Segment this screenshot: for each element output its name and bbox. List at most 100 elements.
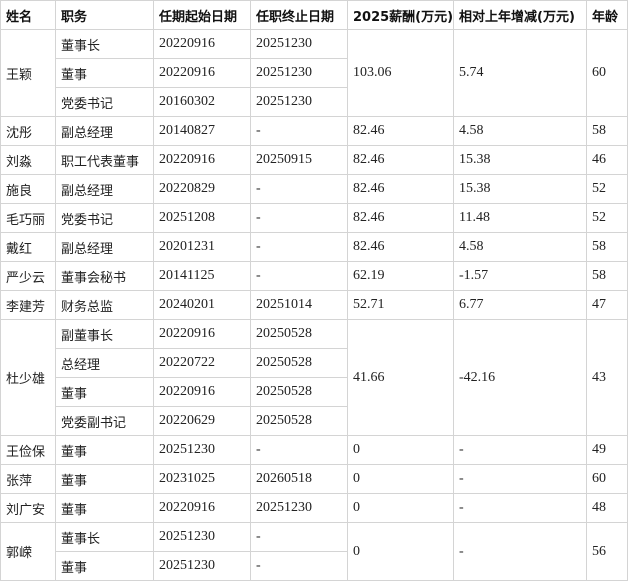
start-date-cell: 20251208 bbox=[153, 203, 251, 233]
change-cell: - bbox=[453, 464, 587, 494]
role-title-cell: 董事长 bbox=[55, 29, 154, 59]
age-cell: 60 bbox=[586, 29, 628, 117]
start-date-cell: 20231025 bbox=[153, 464, 251, 494]
start-date-cell: 20220629 bbox=[153, 406, 251, 436]
end-date-cell: 20251230 bbox=[250, 493, 348, 523]
role-title-cell: 副总经理 bbox=[55, 174, 154, 204]
person-name-cell: 毛巧丽 bbox=[0, 203, 56, 233]
salary-cell: 82.46 bbox=[347, 145, 454, 175]
end-date-cell: 20250528 bbox=[250, 406, 348, 436]
table-row: 张萍 董事 20231025 20260518 0-60 bbox=[0, 464, 628, 494]
role-title-cell: 董事 bbox=[55, 435, 154, 465]
change-cell: 4.58 bbox=[453, 116, 587, 146]
start-date-cell: 20160302 bbox=[153, 87, 251, 117]
end-date-cell: 20250528 bbox=[250, 348, 348, 378]
table-row: 毛巧丽 党委书记 20251208-82.46 11.48 52 bbox=[0, 203, 628, 233]
end-date-cell: 20250528 bbox=[250, 319, 348, 349]
person-name-cell: 刘广安 bbox=[0, 493, 56, 523]
role-title-cell: 党委副书记 bbox=[55, 406, 154, 436]
person-name-cell: 刘淼 bbox=[0, 145, 56, 175]
role-title-cell: 副董事长 bbox=[55, 319, 154, 349]
table-row: 刘广安 董事 20220916 20251230 0-48 bbox=[0, 493, 628, 523]
salary-cell: 103.06 bbox=[347, 29, 454, 117]
end-date-cell: 20251014 bbox=[250, 290, 348, 320]
start-date-cell: 20240201 bbox=[153, 290, 251, 320]
change-cell: -1.57 bbox=[453, 261, 587, 291]
person-name-cell: 施良 bbox=[0, 174, 56, 204]
start-date-cell: 20251230 bbox=[153, 551, 251, 581]
end-date-cell: - bbox=[250, 261, 348, 291]
role-title-cell: 职工代表董事 bbox=[55, 145, 154, 175]
role-title-cell: 董事 bbox=[55, 551, 154, 581]
end-date-cell: 20251230 bbox=[250, 58, 348, 88]
table-row: 沈彤 副总经理 20140827-82.46 4.58 58 bbox=[0, 116, 628, 146]
start-date-cell: 20220829 bbox=[153, 174, 251, 204]
age-cell: 43 bbox=[586, 319, 628, 436]
change-cell: 5.74 bbox=[453, 29, 587, 117]
salary-cell: 0 bbox=[347, 464, 454, 494]
end-date-cell: - bbox=[250, 174, 348, 204]
header-age: 年龄 bbox=[586, 0, 628, 30]
change-cell: 15.38 bbox=[453, 145, 587, 175]
age-cell: 49 bbox=[586, 435, 628, 465]
table-row: 严少云 董事会秘书 20141125-62.19 -1.57 58 bbox=[0, 261, 628, 291]
start-date-cell: 20220916 bbox=[153, 29, 251, 59]
end-date-cell: 20260518 bbox=[250, 464, 348, 494]
role-title-cell: 董事长 bbox=[55, 522, 154, 552]
start-date-cell: 20220916 bbox=[153, 145, 251, 175]
change-cell: - bbox=[453, 493, 587, 523]
end-date-cell: - bbox=[250, 435, 348, 465]
salary-cell: 82.46 bbox=[347, 174, 454, 204]
salary-cell: 0 bbox=[347, 493, 454, 523]
table-row: 王俭保 董事 20251230-0-49 bbox=[0, 435, 628, 465]
change-cell: 4.58 bbox=[453, 232, 587, 262]
header-start-date: 任期起始日期 bbox=[153, 0, 251, 30]
salary-cell: 82.46 bbox=[347, 116, 454, 146]
salary-cell: 82.46 bbox=[347, 203, 454, 233]
start-date-cell: 20251230 bbox=[153, 522, 251, 552]
role-title-cell: 党委书记 bbox=[55, 87, 154, 117]
age-cell: 52 bbox=[586, 203, 628, 233]
person-name-cell: 严少云 bbox=[0, 261, 56, 291]
person-name-cell: 沈彤 bbox=[0, 116, 56, 146]
salary-cell: 0 bbox=[347, 435, 454, 465]
end-date-cell: - bbox=[250, 203, 348, 233]
role-title-cell: 董事会秘书 bbox=[55, 261, 154, 291]
end-date-cell: 20250528 bbox=[250, 377, 348, 407]
start-date-cell: 20201231 bbox=[153, 232, 251, 262]
change-cell: 15.38 bbox=[453, 174, 587, 204]
age-cell: 52 bbox=[586, 174, 628, 204]
change-cell: 11.48 bbox=[453, 203, 587, 233]
end-date-cell: 20250915 bbox=[250, 145, 348, 175]
start-date-cell: 20220916 bbox=[153, 319, 251, 349]
role-title-cell: 董事 bbox=[55, 464, 154, 494]
change-cell: - bbox=[453, 522, 587, 581]
start-date-cell: 20220916 bbox=[153, 58, 251, 88]
person-name-cell: 李建芳 bbox=[0, 290, 56, 320]
table-row: 戴红 副总经理 20201231-82.46 4.58 58 bbox=[0, 232, 628, 262]
person-name-cell: 杜少雄 bbox=[0, 319, 56, 436]
salary-cell: 0 bbox=[347, 522, 454, 581]
role-title-cell: 董事 bbox=[55, 58, 154, 88]
start-date-cell: 20141125 bbox=[153, 261, 251, 291]
role-title-cell: 董事 bbox=[55, 377, 154, 407]
change-cell: - bbox=[453, 435, 587, 465]
age-cell: 58 bbox=[586, 261, 628, 291]
header-change: 相对上年增减(万元) bbox=[453, 0, 587, 30]
table-row: 郭嵘 董事长 20251230-0-56 bbox=[0, 522, 628, 581]
role-title-cell: 副总经理 bbox=[55, 116, 154, 146]
salary-cell: 82.46 bbox=[347, 232, 454, 262]
compensation-table: 姓名 职务 任期起始日期 任职终止日期 2025薪酬(万元) 相对上年增减(万元… bbox=[0, 0, 628, 581]
salary-cell: 41.66 bbox=[347, 319, 454, 436]
age-cell: 58 bbox=[586, 116, 628, 146]
age-cell: 56 bbox=[586, 522, 628, 581]
end-date-cell: - bbox=[250, 116, 348, 146]
age-cell: 46 bbox=[586, 145, 628, 175]
table-row: 杜少雄 副董事长 20220916 20250528 41.66 -42.16 43 bbox=[0, 319, 628, 436]
end-date-cell: 20251230 bbox=[250, 29, 348, 59]
salary-cell: 52.71 bbox=[347, 290, 454, 320]
header-row: 姓名 职务 任期起始日期 任职终止日期 2025薪酬(万元) 相对上年增减(万元… bbox=[0, 0, 628, 30]
header-name: 姓名 bbox=[0, 0, 56, 30]
end-date-cell: - bbox=[250, 551, 348, 581]
table-row: 施良 副总经理 20220829-82.46 15.38 52 bbox=[0, 174, 628, 204]
